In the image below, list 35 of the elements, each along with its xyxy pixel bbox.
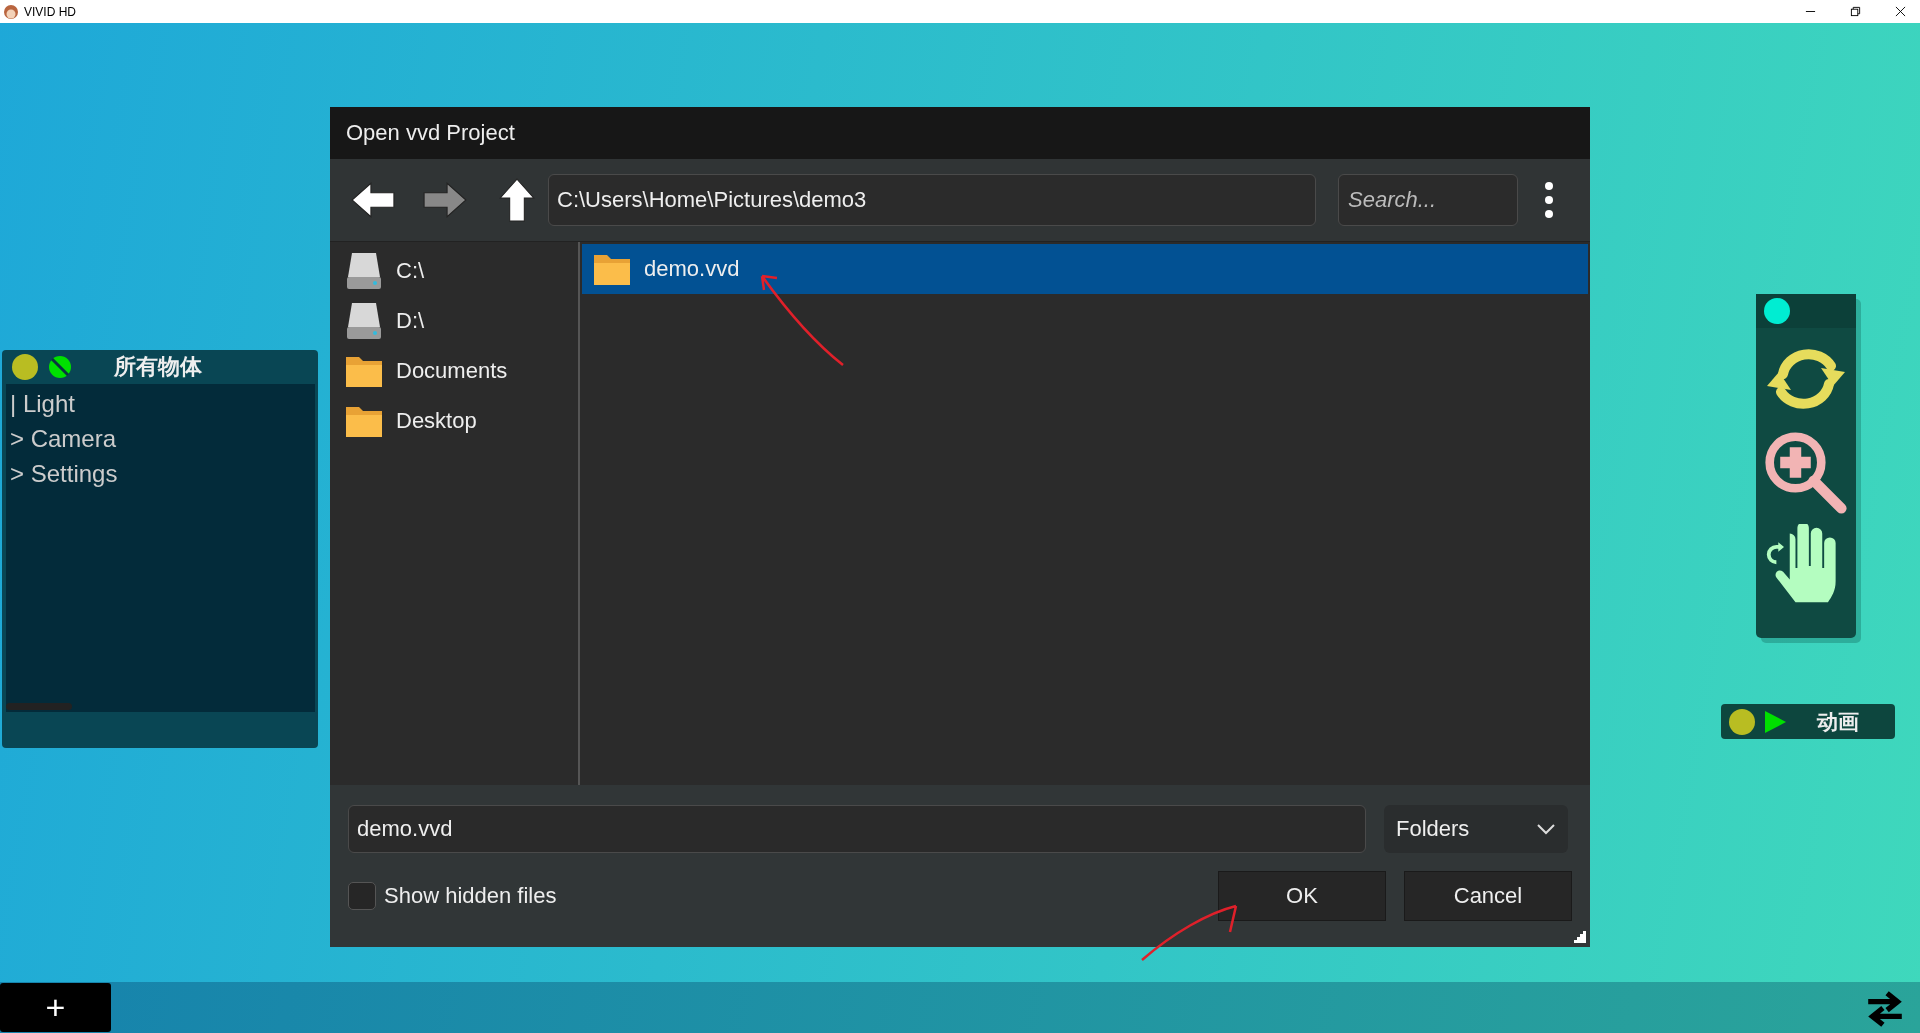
visibility-toggle-icon[interactable] — [48, 355, 72, 379]
cancel-button[interactable]: Cancel — [1404, 871, 1572, 921]
status-dot[interactable] — [12, 354, 38, 380]
dialog-title: Open vvd Project — [330, 107, 1590, 159]
status-dot[interactable] — [1729, 708, 1755, 735]
ok-button[interactable]: OK — [1218, 871, 1386, 921]
panel-title: 动画 — [1817, 708, 1859, 735]
chevron-down-icon — [1536, 823, 1556, 835]
file-row[interactable]: demo.vvd — [582, 244, 1588, 294]
app-title: VIVID HD — [24, 4, 76, 19]
tree-item[interactable]: > Camera — [6, 421, 315, 456]
drive-icon — [344, 301, 384, 341]
sidebar-item[interactable]: Desktop — [330, 396, 578, 446]
app-icon — [3, 3, 19, 20]
tree-item[interactable]: | Light — [6, 386, 315, 421]
status-dot[interactable] — [1764, 298, 1790, 324]
checkbox-label[interactable]: Show hidden files — [384, 883, 557, 909]
more-options-icon[interactable] — [1544, 180, 1554, 220]
checkbox[interactable] — [348, 882, 376, 910]
drive-icon — [344, 251, 384, 291]
filename-field[interactable]: demo.vvd — [348, 805, 1366, 853]
search-field[interactable]: Search... — [1338, 174, 1518, 226]
sidebar-item[interactable]: D:\ — [330, 296, 578, 346]
path-field[interactable]: C:\Users\Home\Pictures\demo3 — [548, 174, 1316, 226]
resize-grip-icon[interactable] — [1574, 931, 1586, 943]
tree-item[interactable]: > Settings — [6, 456, 315, 491]
scrollbar[interactable] — [6, 703, 72, 710]
restore-icon[interactable] — [1850, 6, 1861, 17]
sidebar-item[interactable]: Documents — [330, 346, 578, 396]
play-icon[interactable] — [1763, 709, 1787, 734]
filter-dropdown[interactable]: Folders — [1384, 805, 1568, 853]
add-button[interactable]: + — [0, 983, 111, 1032]
sidebar-item[interactable]: C:\ — [330, 246, 578, 296]
panel-title: 所有物体 — [114, 353, 202, 381]
close-icon[interactable] — [1895, 6, 1906, 17]
